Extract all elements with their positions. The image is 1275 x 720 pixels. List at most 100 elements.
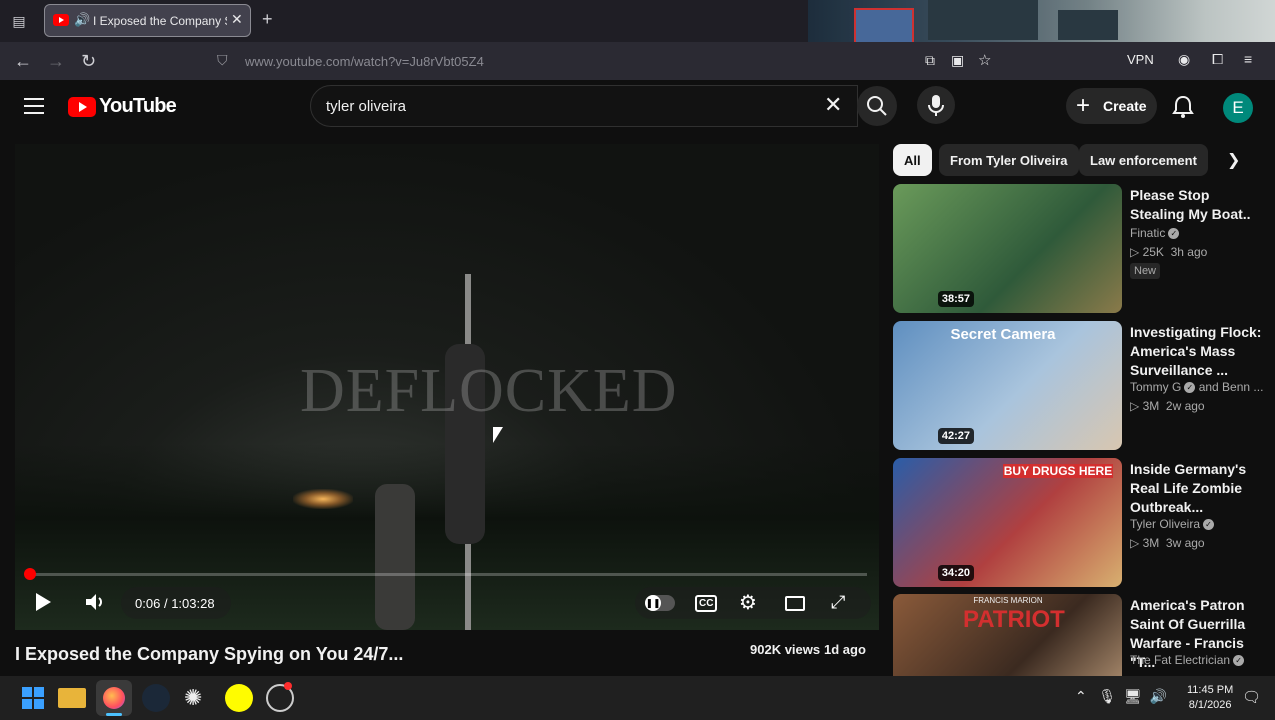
network-icon[interactable]: 🖥 (1124, 688, 1142, 704)
thumbnail-text: PATRIOT (963, 606, 1065, 633)
firefox-icon (103, 687, 125, 709)
related-video-title[interactable]: Investigating Flock: America's Mass Surv… (1130, 323, 1264, 380)
extensions-icon[interactable]: ⧠ (1212, 51, 1223, 68)
miniplayer-icon[interactable] (785, 596, 805, 611)
forward-icon[interactable]: → (47, 51, 65, 72)
subtitles-icon[interactable]: CC (695, 595, 718, 612)
right-controls: ❚❚ CC ⚙ ⤢ (635, 587, 871, 619)
clock-date: 8/1/2026 (1188, 699, 1232, 711)
total-time: 1:03:28 (171, 596, 215, 611)
related-channel-name[interactable]: The Fat Electrician ✓ (1130, 653, 1245, 667)
app-icon[interactable] (266, 682, 294, 712)
thumbnail-text: Secret Camera (950, 326, 1056, 343)
microphone-tray-icon[interactable]: 🎙 (1098, 688, 1116, 704)
microphone-icon (928, 95, 944, 116)
bookmark-star-icon[interactable]: ☆ (978, 51, 991, 69)
snapchat-icon[interactable] (225, 684, 253, 712)
view-count: 902K views (750, 642, 821, 657)
create-label: Create (1103, 98, 1147, 114)
search-button[interactable] (857, 86, 897, 126)
search-input[interactable]: tyler oliveira (326, 98, 406, 115)
related-channel-name[interactable]: Tyler Oliveira ✓ (1130, 517, 1215, 531)
firefox-active-tile[interactable] (96, 680, 132, 716)
start-menu-icon[interactable] (19, 684, 47, 712)
fullscreen-icon[interactable]: ⤢ (831, 592, 845, 613)
chip-law-enforcement[interactable]: Law enforcement (1079, 144, 1208, 176)
tab-audio-icon[interactable]: 🔊 (74, 12, 90, 28)
avatar[interactable]: E (1223, 93, 1253, 123)
guide-menu-icon[interactable] (24, 98, 44, 114)
verified-icon: ✓ (1168, 228, 1180, 240)
plus-icon: + (1076, 92, 1091, 119)
duration-badge: 34:20 (937, 565, 974, 581)
system-tray: ⌃ 🎙 🖥 🔊 (1075, 688, 1167, 705)
menu-icon[interactable]: ≡ (1244, 51, 1252, 67)
tray-overflow-icon[interactable]: ⌃ (1075, 688, 1087, 704)
duration-badge: 38:57 (937, 291, 974, 307)
related-channel-name[interactable]: Finatic ✓ (1130, 226, 1180, 240)
thumbnail-subtext: FRANCIS MARION (973, 596, 1043, 605)
verified-icon: ✓ (1184, 382, 1196, 394)
chip-scroll-next-icon[interactable]: ❯ (1227, 150, 1240, 170)
autoplay-toggle[interactable]: ❚❚ (645, 595, 675, 611)
desktop-art-block (928, 0, 1038, 40)
chip-all[interactable]: All (893, 144, 932, 176)
verified-icon: ✓ (1203, 519, 1215, 531)
mouse-cursor-icon (493, 427, 503, 443)
youtube-wordmark[interactable]: YouTube (99, 95, 177, 118)
tab-close-icon[interactable]: ✕ (231, 11, 243, 28)
progress-bar[interactable] (27, 573, 867, 576)
video-thumbnail[interactable]: FRANCIS MARION PATRIOT (893, 594, 1122, 676)
volume-icon[interactable] (83, 591, 105, 613)
verified-icon: ✓ (1233, 655, 1245, 667)
video-player[interactable]: DEFLOCKED 0:06 / 1:03:28 ❚❚ CC ⚙ ⤢ (15, 144, 879, 630)
notifications-bell-icon[interactable] (1170, 94, 1196, 120)
search-box[interactable]: tyler oliveira ✕ (310, 85, 858, 127)
new-tab-icon[interactable]: + (262, 9, 273, 30)
related-channel-name[interactable]: Tommy G ✓ and Benn ... (1130, 380, 1263, 394)
related-video-title[interactable]: Please Stop Stealing My Boat.. (1130, 186, 1264, 224)
youtube-logo-icon[interactable] (68, 97, 96, 117)
related-video-item[interactable]: BUY DRUGS HERE 34:20 Inside Germany's Re… (893, 458, 1268, 588)
related-video-item[interactable]: 38:57 Please Stop Stealing My Boat.. Fin… (893, 184, 1268, 314)
back-icon[interactable]: ← (14, 51, 32, 72)
pause-icon: ❚❚ (645, 595, 661, 611)
tracking-shield-icon[interactable]: ⛉ (217, 52, 228, 69)
video-thumbnail[interactable]: Secret Camera 42:27 (893, 321, 1122, 450)
reload-icon[interactable]: ↻ (81, 51, 96, 72)
file-explorer-icon[interactable] (58, 688, 86, 708)
steam-icon[interactable] (142, 684, 170, 712)
video-frame-lights (293, 489, 353, 509)
tab-list-icon[interactable]: ▤ (8, 11, 30, 31)
chip-from-tyler-oliveira[interactable]: From Tyler Oliveira (939, 144, 1079, 176)
youtube-masthead: YouTube tyler oliveira ✕ + Create E (0, 80, 1275, 136)
notification-center-icon[interactable]: 🗨 (1242, 688, 1261, 706)
browser-tab[interactable]: 🔊 I Exposed the Company Spying on You 24… (44, 4, 251, 37)
video-watermark: DEFLOCKED (300, 357, 678, 425)
screenshot-icon[interactable]: ⧉ (925, 52, 935, 69)
clear-search-icon[interactable]: ✕ (824, 92, 842, 118)
new-badge: New (1130, 263, 1161, 279)
video-thumbnail[interactable]: BUY DRUGS HERE 34:20 (893, 458, 1122, 587)
voice-search-button[interactable] (917, 86, 955, 124)
related-video-item[interactable]: FRANCIS MARION PATRIOT America's Patron … (893, 594, 1268, 676)
video-thumbnail[interactable]: 38:57 (893, 184, 1122, 313)
play-icon[interactable] (36, 593, 51, 611)
taskbar-clock[interactable]: 11:45 PM 8/1/2026 (1187, 683, 1233, 713)
account-icon[interactable]: ◉ (1178, 51, 1190, 68)
scrubber-handle[interactable] (24, 568, 36, 580)
related-video-title[interactable]: Inside Germany's Real Life Zombie Outbre… (1130, 460, 1264, 517)
youtube-favicon-icon (53, 14, 69, 26)
reader-view-icon[interactable]: ▣ (951, 52, 964, 69)
vpn-button[interactable]: VPN (1127, 52, 1154, 67)
related-video-item[interactable]: Secret Camera 42:27 Investigating Flock:… (893, 321, 1268, 451)
create-button[interactable]: + Create (1066, 88, 1157, 124)
chatgpt-icon[interactable]: ✺ (184, 685, 210, 713)
clock-time: 11:45 PM (1187, 684, 1234, 696)
current-time: 0:06 (135, 596, 161, 611)
related-video-stats: ▷ 25K 3h ago (1130, 245, 1208, 259)
tab-title: I Exposed the Company Spying on You 24/7… (93, 14, 227, 28)
url-bar[interactable]: www.youtube.com/watch?v=Ju8rVbt05Z4 (245, 54, 484, 69)
speaker-icon[interactable]: 🔊 (1150, 688, 1167, 704)
settings-gear-icon[interactable]: ⚙ (739, 590, 757, 615)
